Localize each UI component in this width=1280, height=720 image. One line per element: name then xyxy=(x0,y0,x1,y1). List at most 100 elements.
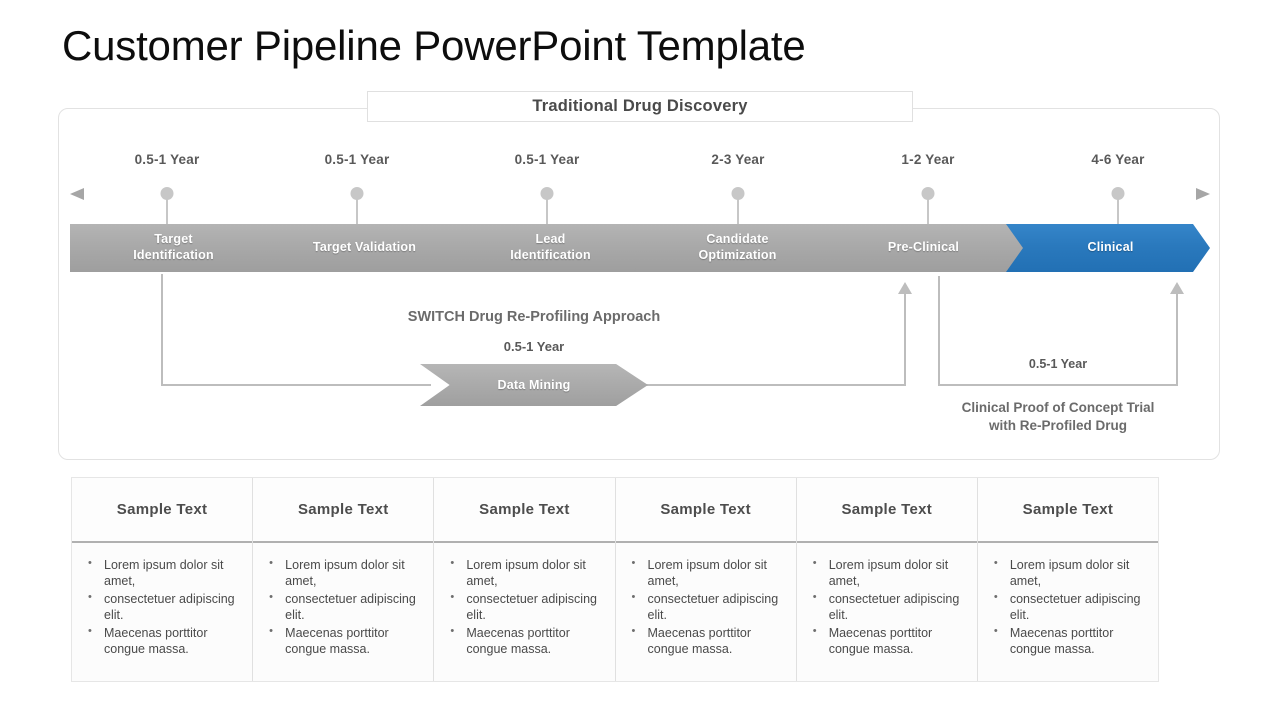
table-column-3: Sample Text Lorem ipsum dolor sit amet,co… xyxy=(434,478,616,681)
timeline-stem-2 xyxy=(356,199,358,225)
bullet-list: Lorem ipsum dolor sit amet,consectetuer … xyxy=(86,556,242,657)
diagram-header-label: Traditional Drug Discovery xyxy=(532,97,748,115)
stage-label-line-1: Lead xyxy=(535,232,566,247)
pipeline-stage-2[interactable]: Target Validation xyxy=(257,224,464,272)
switch-connector-horizontal-left xyxy=(161,384,431,386)
list-item: Maecenas porttitor congue massa. xyxy=(630,624,786,657)
table-body-cell-2: Lorem ipsum dolor sit amet,consectetuer … xyxy=(253,543,433,681)
switch-branch-title: SWITCH Drug Re-Profiling Approach xyxy=(407,309,661,325)
bullet-list: Lorem ipsum dolor sit amet,consectetuer … xyxy=(630,556,786,657)
table-header-cell-1: Sample Text xyxy=(72,478,253,543)
timeline-stem-3 xyxy=(546,199,548,225)
poc-connector-vertical-left xyxy=(938,276,940,386)
table-header-cell-5: Sample Text xyxy=(796,478,977,543)
bullet-list: Lorem ipsum dolor sit amet,consectetuer … xyxy=(448,556,604,657)
table-column-4: Sample Text Lorem ipsum dolor sit amet,co… xyxy=(615,478,797,681)
bullet-list: Lorem ipsum dolor sit amet,consectetuer … xyxy=(811,556,967,657)
list-item: Lorem ipsum dolor sit amet, xyxy=(267,556,423,589)
poc-connector-horizontal xyxy=(938,384,1178,386)
pipeline-stage-row: Target Identification Target Validation Lea… xyxy=(70,224,1210,272)
timeline-year-label-6: 4-6 Year xyxy=(1091,152,1145,167)
timeline-stem-4 xyxy=(737,199,739,225)
pipeline-stage-5[interactable]: Pre-Clinical xyxy=(816,224,1023,272)
pipeline-stage-label-4: Candidate Optimization xyxy=(690,232,776,263)
table-column-2: Sample Text Lorem ipsum dolor sit amet,co… xyxy=(253,478,435,681)
list-item: Lorem ipsum dolor sit amet, xyxy=(811,556,967,589)
list-item: Maecenas porttitor congue massa. xyxy=(992,624,1148,657)
list-item: consectetuer adipiscing elit. xyxy=(267,590,423,623)
table-header-label-2: Sample Text xyxy=(297,501,389,518)
timeline-axis xyxy=(70,188,1210,200)
table-header-label-5: Sample Text xyxy=(841,501,933,518)
switch-connector-horizontal-right xyxy=(638,384,906,386)
list-item: Lorem ipsum dolor sit amet, xyxy=(448,556,604,589)
poc-connector-vertical-right xyxy=(1176,292,1178,386)
pipeline-stage-label-2: Target Validation xyxy=(312,240,417,255)
diagram-header-chip: Traditional Drug Discovery xyxy=(367,91,913,122)
list-item: Maecenas porttitor congue massa. xyxy=(448,624,604,657)
list-item: consectetuer adipiscing elit. xyxy=(992,590,1148,623)
poc-connector-arrow-icon xyxy=(1170,282,1184,294)
table-column-5: Sample Text Lorem ipsum dolor sit amet,co… xyxy=(796,478,978,681)
stage-label-line-2: Identification xyxy=(133,248,214,262)
timeline-year-label-2: 0.5-1 Year xyxy=(324,152,390,167)
list-item: Maecenas porttitor congue massa. xyxy=(811,624,967,657)
pipeline-stage-label-3: Lead Identification xyxy=(502,232,591,263)
list-item: Maecenas porttitor congue massa. xyxy=(86,624,242,657)
poc-branch-caption: Clinical Proof of Concept Trial with Re-… xyxy=(962,399,1155,434)
table-header-cell-3: Sample Text xyxy=(434,478,615,543)
stage-label-line-1: Candidate xyxy=(706,232,769,247)
list-item: Lorem ipsum dolor sit amet, xyxy=(86,556,242,589)
list-item: consectetuer adipiscing elit. xyxy=(811,590,967,623)
content-table: Sample TextLorem ipsum dolor sit amet,co… xyxy=(71,477,1159,682)
pipeline-stage-label-5: Pre-Clinical xyxy=(887,240,960,255)
poc-caption-line-2: with Re-Profiled Drug xyxy=(989,417,1127,433)
table-header-label-6: Sample Text xyxy=(1022,501,1114,518)
data-mining-label: Data Mining xyxy=(497,378,571,392)
table-body-cell-5: Lorem ipsum dolor sit amet,consectetuer … xyxy=(797,543,977,681)
list-item: Lorem ipsum dolor sit amet, xyxy=(630,556,786,589)
page-title: Customer Pipeline PowerPoint Template xyxy=(62,22,806,69)
timeline-stem-6 xyxy=(1117,199,1119,225)
table-header-cell-6: Sample Text xyxy=(977,478,1159,543)
table-column-1: Sample Text Lorem ipsum dolor sit amet,co… xyxy=(72,478,254,681)
timeline-year-label-1: 0.5-1 Year xyxy=(134,152,200,167)
timeline-year-label-4: 2-3 Year xyxy=(711,152,765,167)
poc-branch-year: 0.5-1 Year xyxy=(1028,357,1088,371)
table-header-label-3: Sample Text xyxy=(479,501,570,518)
bullet-list: Lorem ipsum dolor sit amet,consectetuer … xyxy=(992,556,1148,657)
switch-connector-arrow-icon xyxy=(898,282,912,294)
slide-canvas: Customer Pipeline PowerPoint Template 0.… xyxy=(0,0,1280,720)
table-header-label-1: Sample Text xyxy=(116,501,208,518)
timeline-year-label-3: 0.5-1 Year xyxy=(514,152,580,167)
stage-label-line-2: Optimization xyxy=(698,248,777,262)
timeline-stem-5 xyxy=(927,199,929,225)
timeline-stem-1 xyxy=(166,199,168,225)
bullet-list: Lorem ipsum dolor sit amet,consectetuer … xyxy=(267,556,423,657)
table-body-cell-4: Lorem ipsum dolor sit amet,consectetuer … xyxy=(616,543,796,681)
list-item: consectetuer adipiscing elit. xyxy=(448,590,604,623)
pipeline-stage-1[interactable]: Target Identification xyxy=(70,224,277,272)
table-header-label-4: Sample Text xyxy=(660,501,751,518)
timeline-year-label-5: 1-2 Year xyxy=(901,152,955,167)
stage-label-line-1: Target xyxy=(154,232,193,247)
pipeline-stage-3[interactable]: Lead Identification xyxy=(443,224,650,272)
pipeline-stage-6[interactable]: Clinical xyxy=(1003,224,1210,272)
table-body-cell-3: Lorem ipsum dolor sit amet,consectetuer … xyxy=(434,543,614,681)
switch-connector-vertical-right xyxy=(904,292,906,386)
pipeline-stage-label-1: Target Identification xyxy=(133,232,214,263)
switch-connector-vertical-left xyxy=(161,274,163,386)
pipeline-stage-label-6: Clinical xyxy=(1087,240,1134,255)
data-mining-node[interactable]: Data Mining xyxy=(420,364,648,406)
table-column-6: Sample Text Lorem ipsum dolor sit amet,co… xyxy=(977,478,1159,681)
list-item: consectetuer adipiscing elit. xyxy=(86,590,242,623)
pipeline-stage-4[interactable]: Candidate Optimization xyxy=(630,224,837,272)
stage-label-line-2: Identification xyxy=(510,248,591,262)
list-item: Lorem ipsum dolor sit amet, xyxy=(992,556,1148,589)
table-header-cell-2: Sample Text xyxy=(253,478,434,543)
table-body-cell-1: Lorem ipsum dolor sit amet,consectetuer … xyxy=(72,543,252,681)
list-item: consectetuer adipiscing elit. xyxy=(630,590,786,623)
table-header-cell-4: Sample Text xyxy=(615,478,796,543)
poc-caption-line-1: Clinical Proof of Concept Trial xyxy=(961,400,1155,415)
switch-branch-year: 0.5-1 Year xyxy=(503,339,565,354)
